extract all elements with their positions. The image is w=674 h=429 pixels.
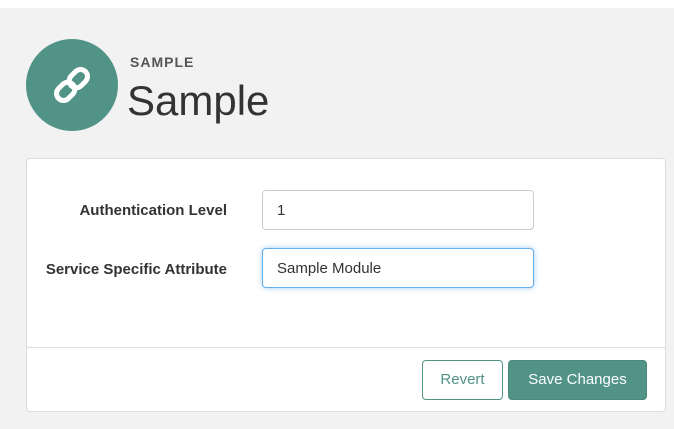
revert-button[interactable]: Revert [422,360,503,400]
service-specific-attribute-label: Service Specific Attribute [45,261,227,278]
link-icon [54,67,90,103]
page-eyebrow: SAMPLE [130,54,195,70]
page: SAMPLE Sample Authentication Level Servi… [0,0,674,429]
panel-body: Authentication Level Service Specific At… [27,159,665,347]
page-title: Sample [127,77,270,124]
page-header: SAMPLE Sample [0,8,674,158]
top-strip [0,0,674,8]
panel-footer: Revert Save Changes [27,347,665,411]
authentication-level-label: Authentication Level [79,202,227,219]
settings-panel: Authentication Level Service Specific At… [26,158,666,412]
authentication-level-input[interactable] [262,190,534,230]
module-logo [26,39,118,131]
service-specific-attribute-input[interactable] [262,248,534,288]
save-changes-button[interactable]: Save Changes [508,360,647,400]
